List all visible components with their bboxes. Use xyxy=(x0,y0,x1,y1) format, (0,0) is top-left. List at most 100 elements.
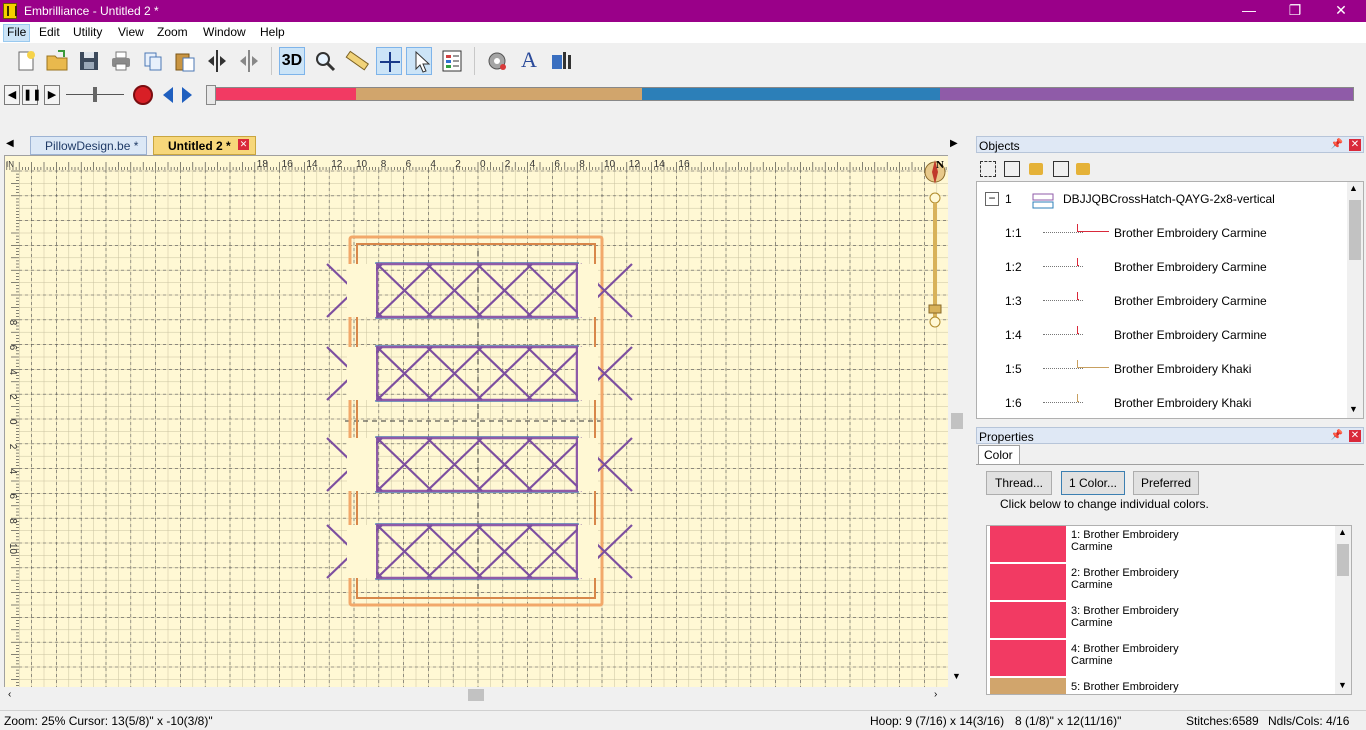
colorbar-thumb[interactable] xyxy=(206,85,216,105)
color-segment[interactable] xyxy=(207,88,356,100)
menu-zoom[interactable]: Zoom xyxy=(157,25,188,39)
color-segment[interactable] xyxy=(355,88,643,100)
thread-color-bar[interactable] xyxy=(206,87,1354,101)
stitch-settings-icon[interactable] xyxy=(484,47,510,75)
tree-item[interactable]: 1:4 Brother Embroidery Carmine xyxy=(977,318,1347,352)
tab-pillowdesign[interactable]: PillowDesign.be * xyxy=(30,136,148,155)
properties-body: Thread... 1 Color... Preferred Click bel… xyxy=(976,464,1364,698)
color-swatch-row[interactable]: 1: Brother Embroidery Carmine xyxy=(990,526,1336,564)
color-swatch[interactable] xyxy=(990,526,1066,563)
color-swatch-label: 1: Brother Embroidery Carmine xyxy=(1071,529,1191,553)
lock-all-icon[interactable] xyxy=(1053,161,1069,177)
tree-item[interactable]: 1:5 Brother Embroidery Khaki xyxy=(977,352,1347,386)
collapse-icon[interactable]: − xyxy=(985,192,999,206)
pin-icon[interactable]: 📌 xyxy=(1331,139,1343,150)
tree-item[interactable]: 1:2 Brother Embroidery Carmine xyxy=(977,250,1347,284)
canvas-vertical-scrollbar[interactable]: ▼ xyxy=(948,155,966,687)
menu-help[interactable]: Help xyxy=(260,25,285,39)
vertical-scroll-thumb[interactable] xyxy=(951,413,963,429)
3d-view-button[interactable]: 3D xyxy=(279,47,305,75)
properties-icon[interactable] xyxy=(439,47,465,75)
unlock-icon[interactable] xyxy=(1076,163,1090,175)
scroll-down-icon[interactable]: ▼ xyxy=(952,671,961,681)
play-icon[interactable]: ▶ xyxy=(44,85,60,105)
scroll-left-icon[interactable]: ‹ xyxy=(8,689,11,700)
mirror-horizontal-icon[interactable] xyxy=(204,47,230,75)
canvas-horizontal-scrollbar[interactable]: ‹ › xyxy=(4,687,948,703)
color-swatch-row[interactable]: 4: Brother Embroidery Carmine xyxy=(990,640,1336,678)
new-document-icon[interactable] xyxy=(13,47,39,75)
pin-icon[interactable]: 📌 xyxy=(1331,430,1343,441)
tab-color[interactable]: Color xyxy=(978,445,1020,466)
zoom-in-icon[interactable] xyxy=(929,192,941,204)
close-tab-icon[interactable]: ✕ xyxy=(238,139,249,150)
design-canvas[interactable]: 18 16 14 12 10 8 6 4 2 0 2 4 6 8 10 12 14 16 8 6 4 2 0 2 4 6 8 10 IN… xyxy=(4,155,948,687)
mirror-vertical-icon[interactable] xyxy=(236,47,262,75)
zoom-out-icon[interactable] xyxy=(929,316,941,328)
color-segment[interactable] xyxy=(642,88,941,100)
tree-item[interactable]: 1:3 Brother Embroidery Carmine xyxy=(977,284,1347,318)
color-swatch-row[interactable]: 2: Brother Embroidery Carmine xyxy=(990,564,1336,602)
color-swatch-row[interactable]: 3: Brother Embroidery Carmine xyxy=(990,602,1336,640)
paste-icon[interactable] xyxy=(172,47,198,75)
group-icon[interactable] xyxy=(980,161,996,177)
close-icon[interactable]: ✕ xyxy=(1349,139,1361,151)
menu-view[interactable]: View xyxy=(118,25,144,39)
stop-icon[interactable] xyxy=(133,85,153,105)
tab-scroll-left-icon[interactable]: ◀ xyxy=(6,138,14,149)
color-swatch[interactable] xyxy=(990,640,1066,677)
preferred-button[interactable]: Preferred xyxy=(1133,471,1199,495)
color-swatch[interactable] xyxy=(990,602,1066,639)
lock-icon[interactable] xyxy=(1029,163,1043,175)
color-segment[interactable] xyxy=(940,88,1353,100)
step-back-icon[interactable]: ◀ xyxy=(4,85,20,105)
scroll-down-icon[interactable]: ▼ xyxy=(1338,680,1347,690)
speed-slider-thumb[interactable] xyxy=(93,87,97,102)
close-icon[interactable]: ✕ xyxy=(1349,430,1361,442)
open-folder-icon[interactable] xyxy=(44,47,70,75)
zoom-slider-thumb[interactable] xyxy=(928,304,942,314)
tree-item[interactable]: 1:1 Brother Embroidery Carmine xyxy=(977,216,1347,250)
pause-icon[interactable]: ❚❚ xyxy=(22,85,41,105)
move-hoop-icon[interactable] xyxy=(376,47,402,75)
zoom-icon[interactable] xyxy=(312,47,338,75)
measure-ruler-icon[interactable] xyxy=(344,47,370,75)
next-color-icon[interactable] xyxy=(182,87,192,103)
close-window-button[interactable]: ✕ xyxy=(1318,0,1364,22)
color-scroll-thumb[interactable] xyxy=(1337,544,1349,576)
select-pointer-icon[interactable] xyxy=(406,47,432,75)
tree-item[interactable]: 1:6 Brother Embroidery Khaki xyxy=(977,386,1347,418)
print-icon[interactable] xyxy=(108,47,134,75)
menu-edit[interactable]: Edit xyxy=(39,25,60,39)
objects-scroll-thumb[interactable] xyxy=(1349,200,1361,260)
canvas-drawing[interactable]: 18 16 14 12 10 8 6 4 2 0 2 4 6 8 10 12 14 16 8 6 4 2 0 2 4 6 8 10 IN… xyxy=(5,156,948,687)
color-list[interactable]: 1: Brother Embroidery Carmine 2: Brother E… xyxy=(986,525,1352,695)
objects-tree[interactable]: − 1 DBJJQBCrossHatch-QAYG-2x8-vertical 1… xyxy=(976,181,1364,419)
scroll-right-icon[interactable]: › xyxy=(934,689,937,700)
color-swatch[interactable] xyxy=(990,564,1066,601)
minimize-button[interactable]: — xyxy=(1226,0,1272,22)
save-icon[interactable] xyxy=(76,47,102,75)
horizontal-scroll-thumb[interactable] xyxy=(468,689,484,701)
tree-root-row[interactable]: − 1 DBJJQBCrossHatch-QAYG-2x8-vertical xyxy=(977,182,1347,216)
scroll-down-icon[interactable]: ▼ xyxy=(1349,404,1358,414)
color-swatch[interactable] xyxy=(990,678,1066,694)
one-color-button[interactable]: 1 Color... xyxy=(1061,471,1125,495)
tab-scroll-right-icon[interactable]: ▶ xyxy=(950,138,958,149)
objects-scrollbar[interactable]: ▲ ▼ xyxy=(1347,182,1363,418)
ungroup-icon[interactable] xyxy=(1004,161,1020,177)
text-icon[interactable]: A xyxy=(516,47,542,75)
previous-color-icon[interactable] xyxy=(163,87,173,103)
color-swatch-row[interactable]: 5: Brother Embroidery xyxy=(990,678,1336,694)
thread-button[interactable]: Thread... xyxy=(986,471,1052,495)
scroll-up-icon[interactable]: ▲ xyxy=(1349,183,1358,193)
tree-item-id: 1:6 xyxy=(1005,396,1022,410)
restore-button[interactable]: ❐ xyxy=(1272,0,1318,22)
copy-icon[interactable] xyxy=(140,47,166,75)
scroll-up-icon[interactable]: ▲ xyxy=(1338,527,1347,537)
color-list-scrollbar[interactable]: ▲ ▼ xyxy=(1335,526,1351,694)
thread-chart-icon[interactable] xyxy=(548,47,574,75)
menu-file[interactable]: File xyxy=(3,24,31,42)
menu-utility[interactable]: Utility xyxy=(73,25,102,39)
menu-window[interactable]: Window xyxy=(203,25,246,39)
